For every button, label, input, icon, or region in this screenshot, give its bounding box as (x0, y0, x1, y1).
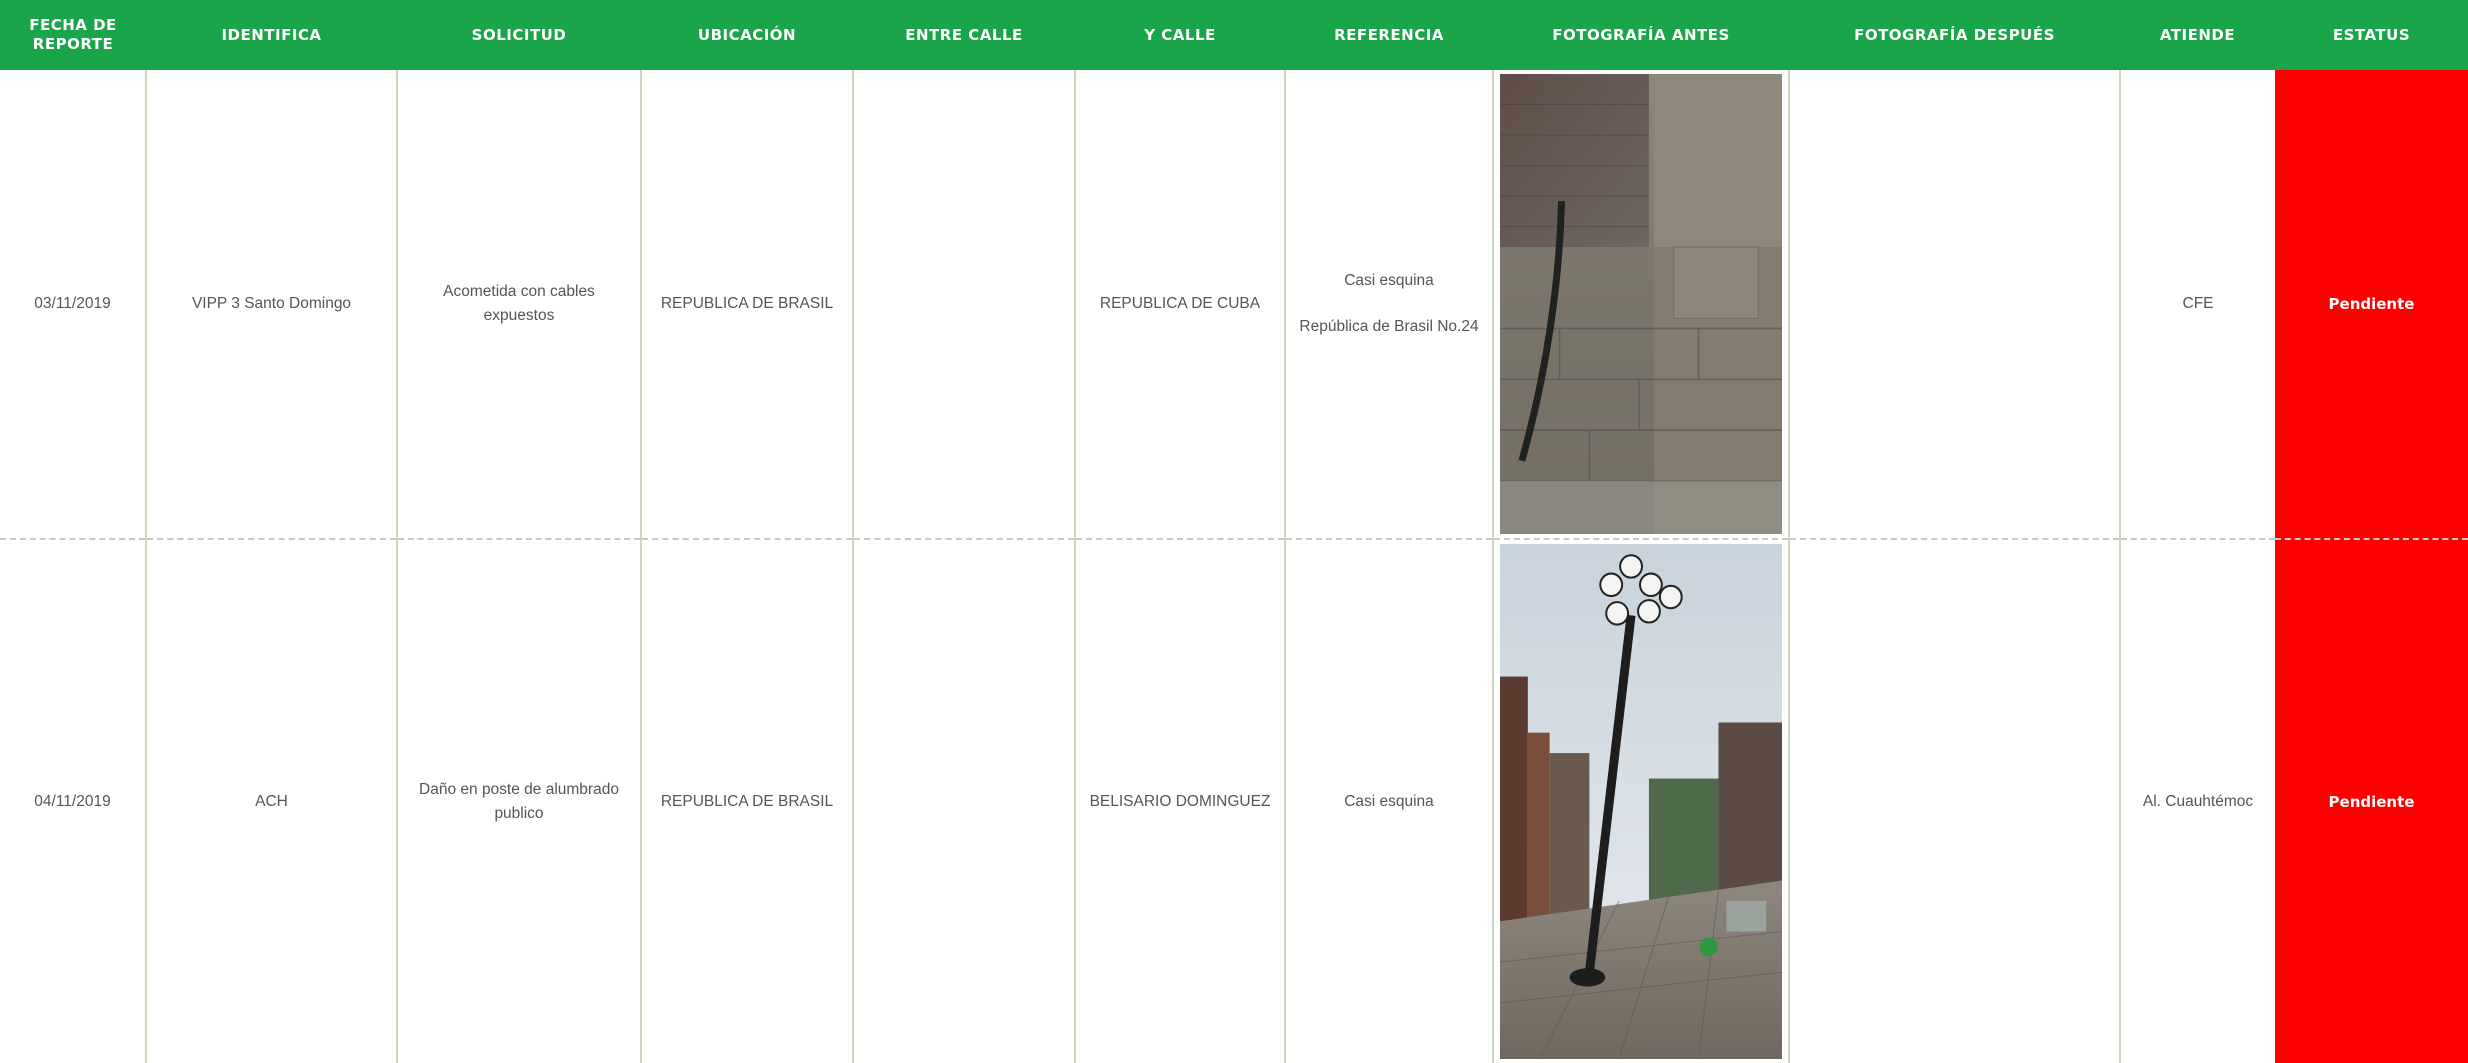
cell-referencia: Casi esquina (1284, 539, 1493, 1063)
cell-foto-antes (1492, 539, 1789, 1063)
header-estatus: ESTATUS (2275, 0, 2468, 70)
cell-y-calle: REPUBLICA DE CUBA (1074, 70, 1285, 540)
status-badge: Pendiente (2275, 539, 2468, 1063)
header-y-calle: Y CALLE (1075, 0, 1285, 70)
referencia-line: República de Brasil No.24 (1299, 318, 1479, 335)
cell-identifica: VIPP 3 Santo Domingo (145, 70, 397, 540)
cell-ubicacion: REPUBLICA DE BRASIL (640, 70, 853, 540)
cell-solicitud: Daño en poste de alumbrado publico (396, 539, 641, 1063)
cell-y-calle: BELISARIO DOMINGUEZ (1074, 539, 1285, 1063)
cell-foto-despues (1788, 539, 2120, 1063)
stone-wall-cable-photo[interactable] (1500, 74, 1782, 534)
header-identifica: IDENTIFICA (146, 0, 397, 70)
cell-solicitud: Acometida con cables expuestos (396, 70, 641, 540)
cell-ubicacion: REPUBLICA DE BRASIL (640, 539, 853, 1063)
report-table: FECHA DE REPORTE IDENTIFICA SOLICITUD UB… (0, 0, 2468, 1063)
cell-referencia: Casi esquina República de Brasil No.24 (1284, 70, 1493, 540)
report-table-container: FECHA DE REPORTE IDENTIFICA SOLICITUD UB… (0, 0, 2468, 1063)
cell-foto-despues (1788, 70, 2120, 540)
cell-foto-antes (1492, 70, 1789, 540)
cell-atiende: CFE (2119, 70, 2275, 540)
table-row: 03/11/2019 VIPP 3 Santo Domingo Acometid… (0, 70, 2468, 540)
leaning-lamppost-photo[interactable] (1500, 544, 1782, 1059)
header-solicitud: SOLICITUD (397, 0, 641, 70)
header-foto-antes: FOTOGRAFÍA ANTES (1493, 0, 1789, 70)
header-foto-despues: FOTOGRAFÍA DESPUÉS (1789, 0, 2120, 70)
referencia-line: Casi esquina (1344, 272, 1434, 289)
header-entre-calle: ENTRE CALLE (853, 0, 1075, 70)
status-badge: Pendiente (2275, 70, 2468, 540)
cell-entre-calle (852, 539, 1075, 1063)
header-ubicacion: UBICACIÓN (641, 0, 853, 70)
referencia-line: Casi esquina (1344, 792, 1434, 810)
cell-identifica: ACH (145, 539, 397, 1063)
cell-fecha: 04/11/2019 (34, 792, 111, 810)
header-row: FECHA DE REPORTE IDENTIFICA SOLICITUD UB… (0, 0, 2468, 70)
cell-entre-calle (852, 70, 1075, 540)
header-fecha: FECHA DE REPORTE (0, 0, 146, 70)
table-row: 04/11/2019 ACH Daño en poste de alumbrad… (0, 539, 2468, 1063)
cell-atiende: Al. Cuauhtémoc (2119, 539, 2275, 1063)
header-atiende: ATIENDE (2120, 0, 2275, 70)
cell-fecha: 03/11/2019 (0, 70, 146, 540)
header-referencia: REFERENCIA (1285, 0, 1493, 70)
